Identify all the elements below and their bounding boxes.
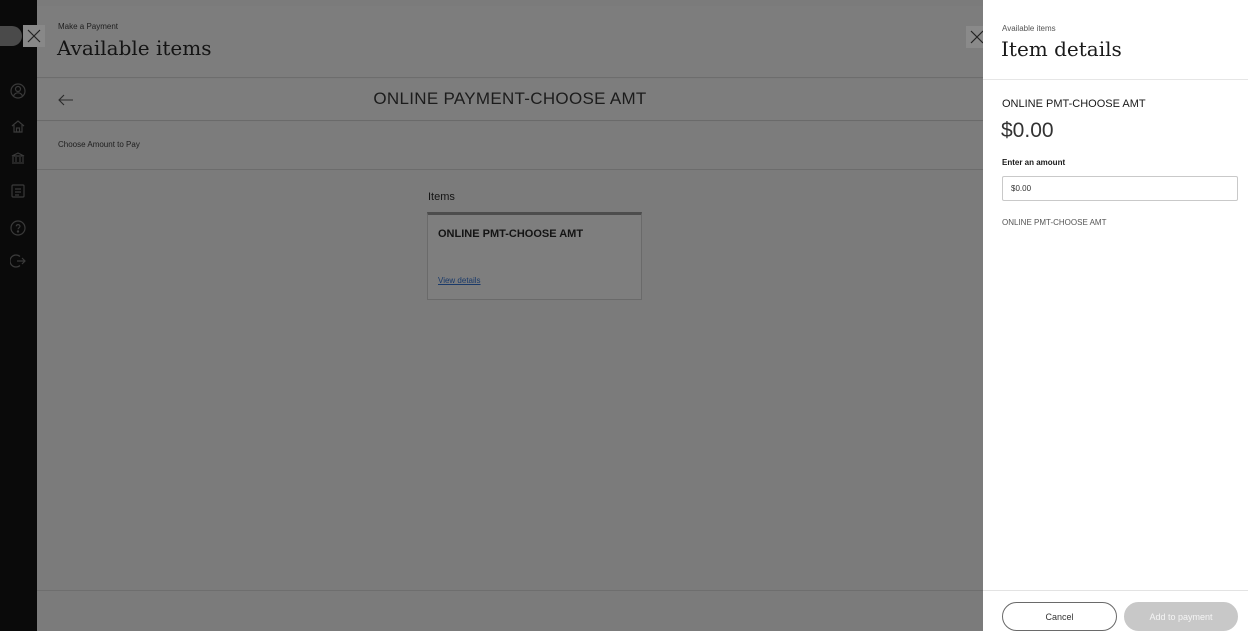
bill-icon[interactable]: [9, 182, 27, 200]
nav-rail: [0, 0, 37, 631]
item-card-name: ONLINE PMT-CHOOSE AMT: [438, 228, 584, 240]
app-root: Make a Payment Available items ONLINE PA…: [0, 0, 1248, 631]
close-modal-icon[interactable]: [23, 25, 45, 47]
panel-item-name: ONLINE PMT-CHOOSE AMT: [1002, 98, 1146, 110]
item-details-panel: Available items Item details ONLINE PMT-…: [983, 0, 1248, 631]
user-circle-icon[interactable]: [9, 82, 27, 100]
amount-input[interactable]: [1002, 176, 1238, 201]
available-items-modal: Make a Payment Available items ONLINE PA…: [37, 0, 983, 631]
item-price: $0.00: [1001, 119, 1054, 142]
item-card[interactable]: ONLINE PMT-CHOOSE AMT View details: [427, 212, 642, 300]
amount-section: Choose Amount to Pay: [37, 122, 983, 170]
modal-title: Available items: [57, 36, 212, 60]
view-details-link[interactable]: View details: [438, 276, 481, 285]
item-description: ONLINE PMT-CHOOSE AMT: [1002, 218, 1107, 227]
items-heading: Items: [428, 191, 455, 203]
amount-field-label: Enter an amount: [1002, 158, 1066, 167]
item-subheader: ONLINE PAYMENT-CHOOSE AMT: [37, 79, 983, 121]
cancel-button[interactable]: Cancel: [1002, 602, 1117, 631]
add-to-payment-button[interactable]: Add to payment: [1124, 602, 1238, 631]
help-icon[interactable]: [9, 219, 27, 237]
logout-icon[interactable]: [9, 252, 27, 270]
modal-header: Make a Payment Available items: [37, 6, 983, 78]
panel-footer: Cancel Add to payment: [983, 590, 1248, 631]
rail-tab: [0, 26, 22, 46]
panel-divider: [983, 79, 1248, 80]
bank-icon[interactable]: [9, 149, 27, 167]
panel-eyebrow: Available items: [1002, 24, 1056, 33]
modal-footer-divider: [37, 590, 983, 591]
panel-title: Item details: [1001, 37, 1122, 61]
home-icon[interactable]: [9, 117, 27, 135]
modal-eyebrow: Make a Payment: [58, 22, 119, 31]
amount-section-label: Choose Amount to Pay: [58, 140, 140, 149]
subheader-title: ONLINE PAYMENT-CHOOSE AMT: [373, 89, 647, 108]
